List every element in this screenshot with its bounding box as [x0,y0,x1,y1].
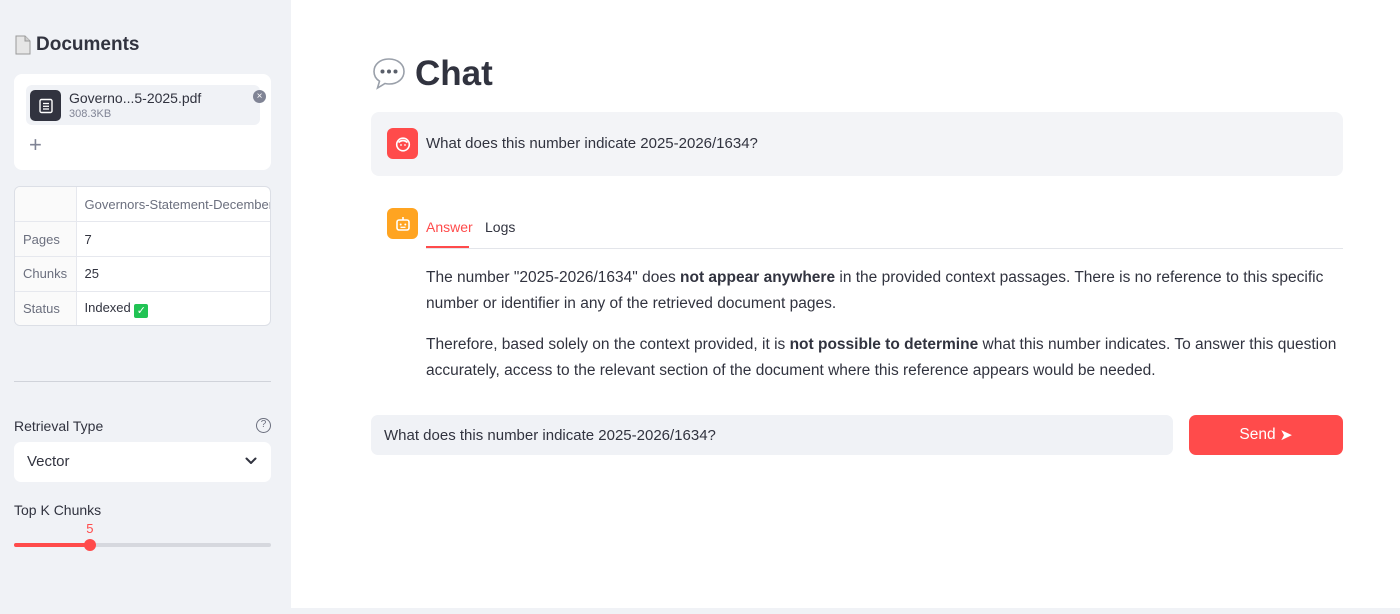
sidebar-divider [14,381,271,382]
main-bottom-strip [291,608,1400,614]
tab-answer[interactable]: Answer [426,219,473,235]
table-row: Chunks 25 [15,256,270,292]
close-icon[interactable]: × [253,90,266,103]
table-row: Governors-Statement-December [15,187,270,223]
send-button-label: Send [1239,426,1276,443]
file-icon [30,90,61,121]
user-avatar-icon [387,128,418,159]
answer-emphasis: not appear anywhere [680,269,836,286]
chevron-down-icon [245,457,257,464]
table-row: Status Indexed ✓ [15,291,270,325]
table-row: Pages 7 [15,221,270,257]
help-icon[interactable]: ? [256,418,271,433]
table-row-header: Pages [15,221,77,257]
answer-text: The number "2025-2026/1634" does [426,269,681,286]
active-tab-indicator [426,246,469,248]
sidebar-title-text: Documents [36,34,140,55]
table-cell: 7 [76,221,270,257]
table-row-header: Chunks [15,256,77,292]
document-stats-table: Governors-Statement-December Pages 7 Chu… [14,186,271,326]
page-icon [15,35,31,55]
table-cell: 25 [76,256,270,292]
slider-fill [14,543,90,547]
retrieval-type-value: Vector [27,453,70,470]
slider-thumb[interactable] [83,539,96,551]
table-column-header: Governors-Statement-December [76,187,270,223]
file-uploader[interactable]: Governo...5-2025.pdf 308.3KB × + [14,74,271,170]
answer-content: The number "2025-2026/1634" does not app… [426,265,1344,399]
response-tabs: Answer Logs [426,212,1343,249]
file-size: 308.3KB [69,108,112,120]
top-k-label: Top K Chunks [14,502,102,518]
page-title: Chat [371,54,493,94]
speech-bubble-icon [373,58,405,90]
answer-paragraph: Therefore, based solely on the context p… [426,332,1344,384]
user-message: What does this number indicate 2025-2026… [371,112,1343,176]
slider-value: 5 [86,521,94,536]
top-k-slider[interactable] [14,543,271,547]
answer-paragraph: The number "2025-2026/1634" does not app… [426,265,1344,317]
retrieval-type-select[interactable]: Vector [14,442,271,482]
page-title-text: Chat [415,54,493,93]
tab-logs[interactable]: Logs [485,219,515,235]
table-cell: Indexed ✓ [76,291,270,325]
status-text: Indexed [84,299,131,315]
uploaded-file: Governo...5-2025.pdf 308.3KB × [26,85,266,125]
table-row-header: Status [15,291,77,325]
send-button[interactable]: Send ➤ [1189,415,1343,455]
user-message-text: What does this number indicate 2025-2026… [426,135,758,152]
answer-text: Therefore, based solely on the context p… [426,336,790,353]
sidebar-title: Documents [14,34,139,56]
check-icon: ✓ [134,303,149,318]
answer-emphasis: not possible to determine [789,336,979,353]
chat-input[interactable] [371,415,1173,455]
sidebar: Documents Governo...5-2025.pdf 308.3KB ×… [0,0,291,614]
bot-avatar-icon [387,208,418,239]
file-name: Governo...5-2025.pdf [69,90,202,106]
add-file-button[interactable]: + [29,134,42,156]
table-corner-cell [15,187,77,223]
send-icon: ➤ [1279,426,1293,444]
retrieval-type-label: Retrieval Type [14,418,104,434]
